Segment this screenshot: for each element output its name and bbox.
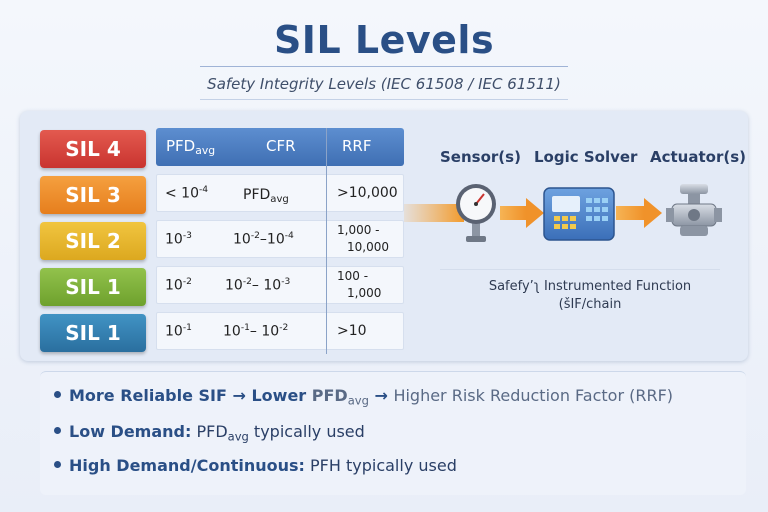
bullet-3-rest: PFH typically used bbox=[304, 456, 457, 475]
sil-2-badge: SIL 2 bbox=[40, 222, 146, 260]
row-sil1a-mid: 10-2– 10-3 bbox=[225, 277, 290, 293]
bullet-1-arrow: → bbox=[226, 386, 252, 405]
table-row: < 10-4 PFDavg >10,000 bbox=[156, 174, 404, 212]
sil-3-badge: SIL 3 bbox=[40, 176, 146, 214]
notes-panel: More Reliable SIF → Lower PFDavg → Highe… bbox=[40, 371, 746, 495]
row-sil3-rrf: >10,000 bbox=[337, 185, 398, 201]
row-sil2-pfd: 10-3 bbox=[165, 231, 192, 247]
row-sil1a-rrf-line2: 1,000 bbox=[347, 286, 382, 300]
row-sil2-rrf-line1: 1,000 - bbox=[337, 223, 380, 237]
header-pfd: PFDavg bbox=[166, 137, 215, 157]
row-sil1b-mid: 10-1– 10-2 bbox=[223, 323, 288, 339]
sif-caption-line1: Safefy’ʅ Instrumented Function bbox=[488, 279, 692, 294]
actuator-valve-icon bbox=[666, 184, 722, 236]
bullet-dot bbox=[54, 461, 61, 468]
mid-dash: – bbox=[259, 231, 267, 248]
row-sil2-rrf-line2: 10,000 bbox=[347, 240, 389, 254]
sensor-label: Sensor(s) bbox=[440, 148, 521, 166]
bullet-1-pfd-sub: avg bbox=[347, 393, 369, 408]
bullet-2-bold: Low Demand: bbox=[69, 422, 192, 441]
mid-a: 10 bbox=[233, 231, 251, 248]
mid-a-exp: -2 bbox=[250, 231, 260, 241]
row-sil1a-rrf-line1: 100 - bbox=[337, 269, 369, 283]
mid-a: 10 bbox=[225, 277, 243, 294]
bullet-1-lower: Lower bbox=[251, 386, 312, 405]
subtitle-bar: Safety Integrity Levels (IEC 61508 / IEC… bbox=[200, 66, 568, 100]
mid-a: 10 bbox=[223, 323, 241, 340]
pfd-exp: -4 bbox=[199, 185, 209, 195]
mid-main: PFD bbox=[243, 187, 271, 203]
table-row: 10-2 10-2– 10-3 100 - 1,000 bbox=[156, 266, 404, 304]
pfd-base: 10 bbox=[165, 231, 183, 248]
row-sil1b-pfd: 10-1 bbox=[165, 323, 192, 339]
table-header: PFDavg CFR RRF bbox=[156, 128, 404, 166]
mid-sub: avg bbox=[270, 194, 289, 206]
mid-a-exp: -2 bbox=[242, 277, 252, 287]
mid-b-exp: -2 bbox=[279, 323, 289, 333]
sif-flow-diagram bbox=[404, 184, 722, 270]
mid-a-exp: -1 bbox=[240, 323, 250, 333]
bullet-2-pfd: PFD bbox=[191, 422, 228, 441]
mid-b-exp: -3 bbox=[281, 277, 291, 287]
actuator-label: Actuator(s) bbox=[650, 148, 746, 166]
page-subtitle: Safety Integrity Levels (IEC 61508 / IEC… bbox=[207, 75, 561, 93]
row-sil3-mid: PFDavg bbox=[243, 187, 289, 205]
sil-1-blue-badge: SIL 1 bbox=[40, 314, 146, 352]
table-row: 10-1 10-1– 10-2 >10 bbox=[156, 312, 404, 350]
bullet-high-demand: High Demand/Continuous: PFH typically us… bbox=[54, 456, 457, 475]
bullet-1-pfd: PFD bbox=[311, 386, 348, 405]
bullet-reliability: More Reliable SIF → Lower PFDavg → Highe… bbox=[54, 386, 673, 407]
header-pfd-main: PFD bbox=[166, 137, 196, 155]
table-divider bbox=[326, 128, 327, 354]
bullet-1-bold: More Reliable SIF bbox=[69, 386, 227, 405]
logic-to-actuator-arrow bbox=[616, 198, 662, 228]
table-row: 10-3 10-2–10-4 1,000 - 10,000 bbox=[156, 220, 404, 258]
bullet-low-demand: Low Demand: PFDavg typically used bbox=[54, 422, 365, 443]
input-arrow bbox=[404, 204, 464, 222]
row-sil3-pfd: < 10-4 bbox=[165, 185, 208, 201]
bullet-1-arrow-2: → bbox=[368, 386, 394, 405]
mid-b: 10 bbox=[261, 323, 280, 340]
pfd-exp: -1 bbox=[182, 323, 192, 333]
sil-4-badge: SIL 4 bbox=[40, 130, 146, 168]
mid-dash: – bbox=[251, 277, 264, 294]
header-rrf: RRF bbox=[342, 137, 372, 155]
bullet-2-rest: typically used bbox=[248, 422, 365, 441]
pfd-base: 10 bbox=[165, 323, 183, 340]
logic-solver-label: Logic Solver bbox=[534, 148, 638, 166]
row-sil1a-pfd: 10-2 bbox=[165, 277, 192, 293]
sensor-to-logic-arrow bbox=[500, 198, 544, 228]
bullet-2-pfd-sub: avg bbox=[227, 429, 249, 444]
pfd-base: 10 bbox=[165, 277, 183, 294]
mid-dash: – bbox=[249, 323, 262, 340]
mid-b: 10 bbox=[263, 277, 282, 294]
header-cfr: CFR bbox=[266, 137, 296, 155]
sil-1-green-badge: SIL 1 bbox=[40, 268, 146, 306]
bullet-dot bbox=[54, 427, 61, 434]
row-sil1b-rrf: >10 bbox=[337, 323, 367, 339]
sensor-gauge-icon bbox=[456, 184, 496, 242]
bullet-1-rest: Higher Risk Reduction Factor (RRF) bbox=[393, 386, 674, 405]
sil-table: PFDavg CFR RRF < 10-4 PFDavg >10,000 10-… bbox=[156, 128, 404, 354]
sif-caption-line2: (šIF/chain bbox=[558, 297, 622, 312]
pfd-exp: -3 bbox=[182, 231, 192, 241]
pfd-base: < 10 bbox=[165, 185, 199, 202]
header-pfd-sub: avg bbox=[195, 144, 216, 158]
mid-b: 10 bbox=[266, 231, 285, 248]
mid-b-exp: -4 bbox=[284, 231, 294, 241]
page-title: SIL Levels bbox=[273, 18, 495, 62]
bullet-3-bold: High Demand/Continuous: bbox=[69, 456, 305, 475]
bullet-dot bbox=[54, 391, 61, 398]
logic-solver-icon bbox=[543, 187, 615, 241]
row-sil2-mid: 10-2–10-4 bbox=[233, 231, 294, 247]
pfd-exp: -2 bbox=[182, 277, 192, 287]
